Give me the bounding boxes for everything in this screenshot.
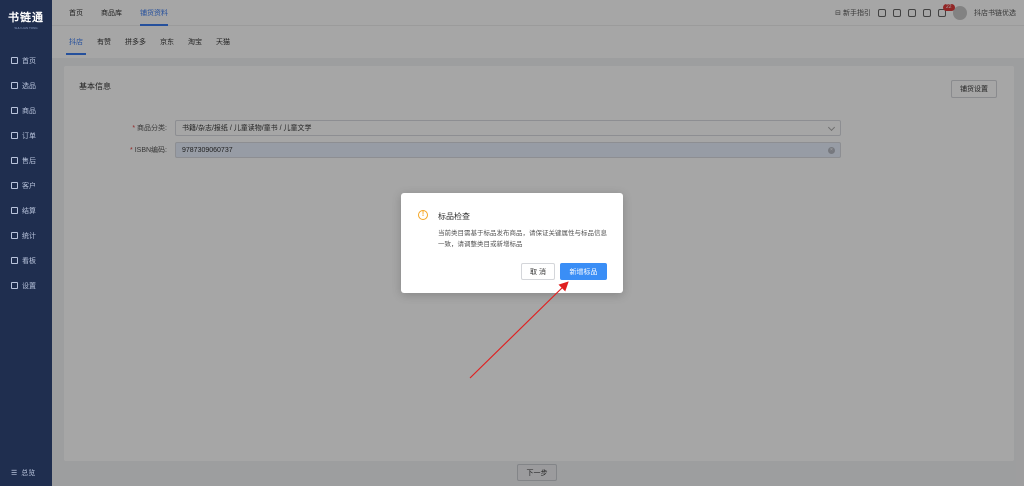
sidebar-item-label: 结算 (22, 207, 36, 215)
settings-icon (11, 282, 18, 289)
service-icon (11, 157, 18, 164)
sidebar-item-label: 商品 (22, 107, 36, 115)
monitor-icon (11, 57, 18, 64)
sidebar-item-label: 设置 (22, 282, 36, 290)
sidebar-item-select[interactable]: 选品 (0, 73, 52, 98)
warning-icon: ! (418, 210, 428, 220)
app-logo[interactable]: 书链通 SHU LIAN TONG (0, 0, 52, 38)
sidebar-nav: 首页 选品 商品 订单 售后 客户 结算 统计 看板 设置 (0, 48, 52, 298)
menu-icon: ☰ (11, 470, 18, 477)
sidebar-item-settlement[interactable]: 结算 (0, 198, 52, 223)
sidebar-item-dashboard[interactable]: 看板 (0, 248, 52, 273)
standard-product-check-dialog: ! 标品检查 当前类目需基于标品发布商品，请保证关键属性与标品信息一致，请调整类… (401, 193, 623, 293)
logo-subtext: SHU LIAN TONG (14, 25, 38, 30)
sidebar-item-overview[interactable]: ☰ 总览 (0, 466, 52, 480)
sidebar-item-products[interactable]: 商品 (0, 98, 52, 123)
sidebar: 书链通 SHU LIAN TONG 首页 选品 商品 订单 售后 客户 结算 统… (0, 0, 52, 486)
sidebar-item-label: 统计 (22, 232, 36, 240)
sidebar-item-home[interactable]: 首页 (0, 48, 52, 73)
order-icon (11, 132, 18, 139)
cancel-button[interactable]: 取 消 (521, 263, 555, 280)
box-icon (11, 107, 18, 114)
sidebar-item-label: 首页 (22, 57, 36, 65)
users-icon (11, 182, 18, 189)
sidebar-item-label: 订单 (22, 132, 36, 140)
sidebar-item-stats[interactable]: 统计 (0, 223, 52, 248)
sidebar-item-label: 看板 (22, 257, 36, 265)
logo-text: 书链通 (8, 11, 44, 24)
sidebar-item-customers[interactable]: 客户 (0, 173, 52, 198)
sidebar-item-aftersale[interactable]: 售后 (0, 148, 52, 173)
add-standard-product-button[interactable]: 新增标品 (560, 263, 607, 280)
cart-icon (11, 82, 18, 89)
sidebar-item-orders[interactable]: 订单 (0, 123, 52, 148)
sidebar-item-settings[interactable]: 设置 (0, 273, 52, 298)
sidebar-item-label: 售后 (22, 157, 36, 165)
sidebar-bottom-label: 总览 (21, 470, 36, 477)
chart-icon (11, 232, 18, 239)
settle-icon (11, 207, 18, 214)
dashboard-icon (11, 257, 18, 264)
dialog-title: 标品检查 (438, 212, 470, 221)
sidebar-item-label: 选品 (22, 82, 36, 90)
sidebar-item-label: 客户 (22, 182, 36, 190)
dialog-message: 当前类目需基于标品发布商品，请保证关键属性与标品信息一致，请调整类目或新增标品 (438, 230, 607, 248)
